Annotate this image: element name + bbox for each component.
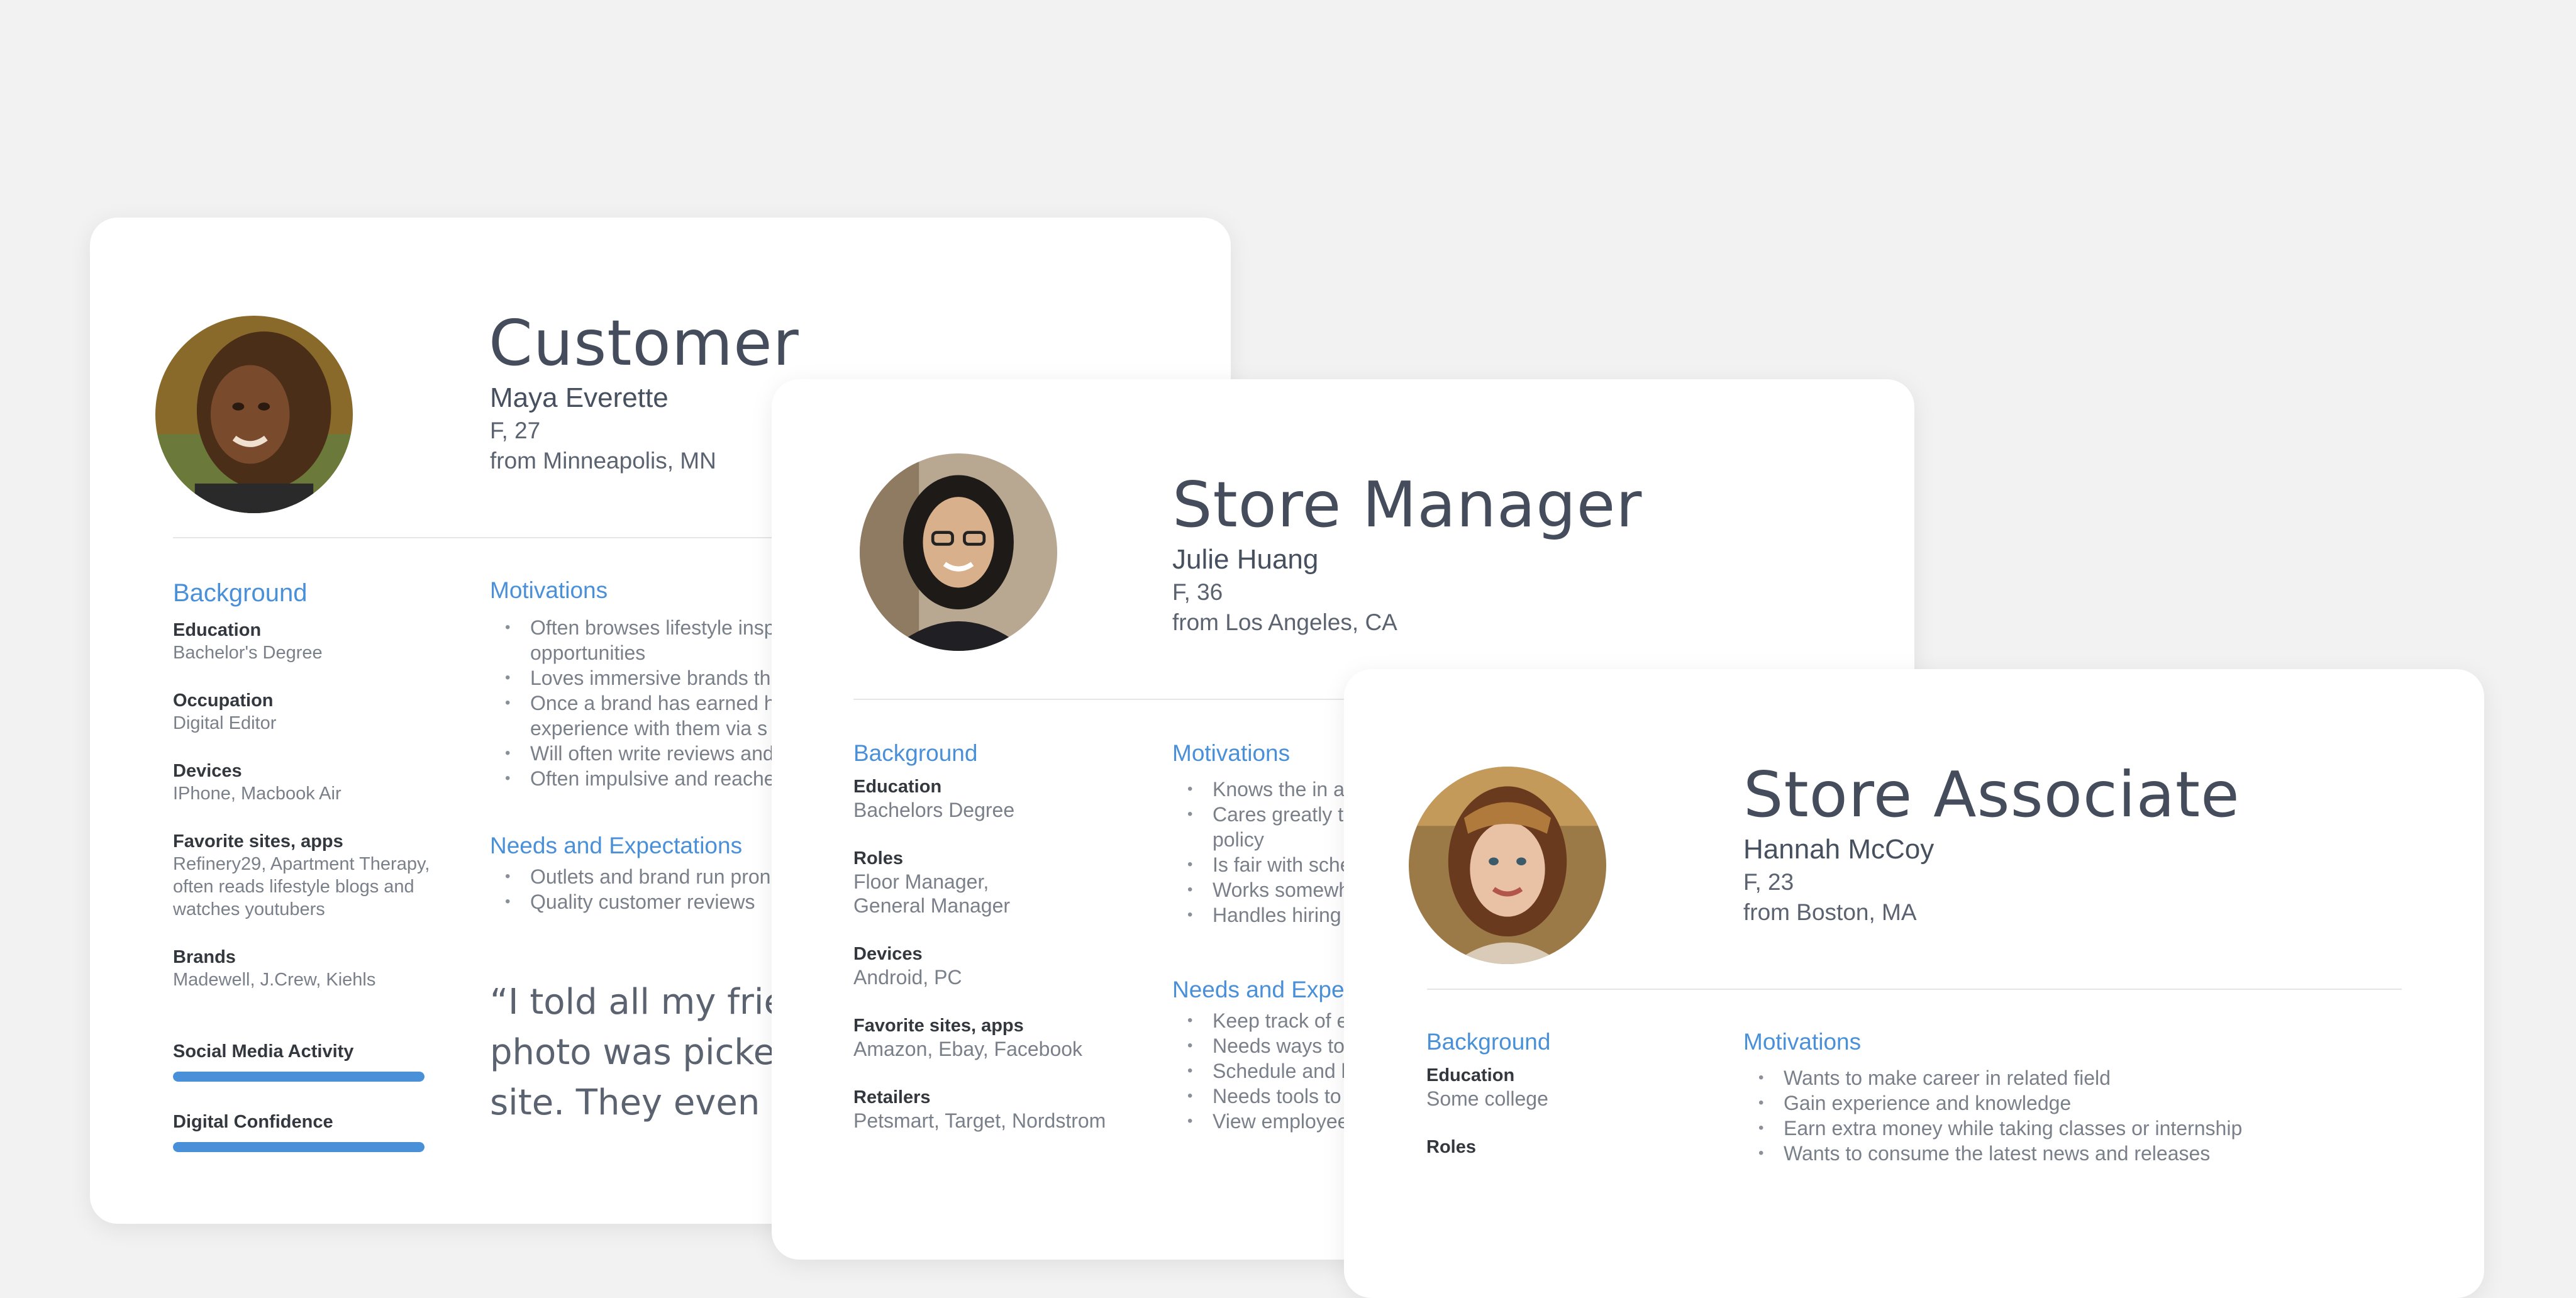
motivations-title: Motivations <box>1172 740 1291 766</box>
meter-fill-digital-confidence <box>173 1142 425 1152</box>
persona-demographic: F, 23 <box>1743 869 1794 895</box>
persona-location: from Boston, MA <box>1743 899 1917 925</box>
needs-title: Needs and Expe <box>1172 977 1345 1002</box>
background-title: Background <box>1426 1029 1551 1055</box>
persona-role-title: Store Manager <box>1172 468 1643 541</box>
background-item-occupation: Occupation Digital Editor <box>173 691 277 733</box>
persona-card-store-associate: Store Associate Hannah McCoy F, 23 from … <box>1344 669 2484 1298</box>
background-item-roles: Roles <box>1426 1137 1476 1157</box>
meter-fill-social-media <box>173 1072 425 1082</box>
persona-location: from Minneapolis, MN <box>490 448 716 474</box>
meter-social-media <box>173 1072 425 1082</box>
avatar-hannah <box>1409 767 1606 964</box>
background-item-education: Education Some college <box>1426 1065 1548 1110</box>
persona-role-title: Store Associate <box>1743 758 2240 831</box>
persona-demographic: F, 27 <box>490 418 541 443</box>
background-item-devices: Devices Android, PC <box>853 944 962 989</box>
background-item-favorite-sites: Favorite sites, apps Amazon, Ebay, Faceb… <box>853 1016 1083 1060</box>
divider <box>1427 989 2402 990</box>
background-item-roles: Roles Floor Manager, General Manager <box>853 848 1011 917</box>
background-list: Education Bachelors Degree Roles Floor M… <box>853 775 1130 1158</box>
persona-name: Julie Huang <box>1172 544 1319 575</box>
background-title: Background <box>173 579 308 607</box>
motivations-list: Wants to make career in related field Ga… <box>1743 1065 2372 1166</box>
meter-digital-confidence <box>173 1142 425 1152</box>
motivations-title: Motivations <box>490 577 608 603</box>
background-item-devices: Devices IPhone, Macbook Air <box>173 761 341 804</box>
background-title: Background <box>853 740 978 766</box>
meter-label-digital-confidence: Digital Confidence <box>173 1112 333 1132</box>
list-item: Earn extra money while taking classes or… <box>1743 1116 2372 1141</box>
avatar-julie <box>860 453 1057 651</box>
avatar-maya <box>155 316 353 513</box>
persona-name: Hannah McCoy <box>1743 834 1935 865</box>
persona-demographic: F, 36 <box>1172 579 1223 605</box>
persona-role-title: Customer <box>489 306 799 380</box>
needs-title: Needs and Expectations <box>490 833 743 858</box>
background-item-favorite-sites: Favorite sites, apps Refinery29, Apartme… <box>173 831 430 919</box>
list-item: Wants to make career in related field <box>1743 1065 2372 1090</box>
background-item-education: Education Bachelors Degree <box>853 777 1015 821</box>
list-item: Gain experience and knowledge <box>1743 1090 2372 1116</box>
persona-location: from Los Angeles, CA <box>1172 609 1397 635</box>
background-item-brands: Brands Madewell, J.Crew, Kiehls <box>173 947 376 990</box>
persona-name: Maya Everette <box>490 382 669 413</box>
list-item: Wants to consume the latest news and rel… <box>1743 1141 2372 1166</box>
background-list: Education Some college Roles <box>1426 1064 1703 1184</box>
background-item-retailers: Retailers Petsmart, Target, Nordstrom <box>853 1087 1106 1132</box>
motivations-title: Motivations <box>1743 1029 1862 1055</box>
meter-label-social-media: Social Media Activity <box>173 1041 354 1062</box>
background-item-education: Education Bachelor's Degree <box>173 620 323 663</box>
background-list: Education Bachelor's Degree Occupation D… <box>173 619 437 1016</box>
